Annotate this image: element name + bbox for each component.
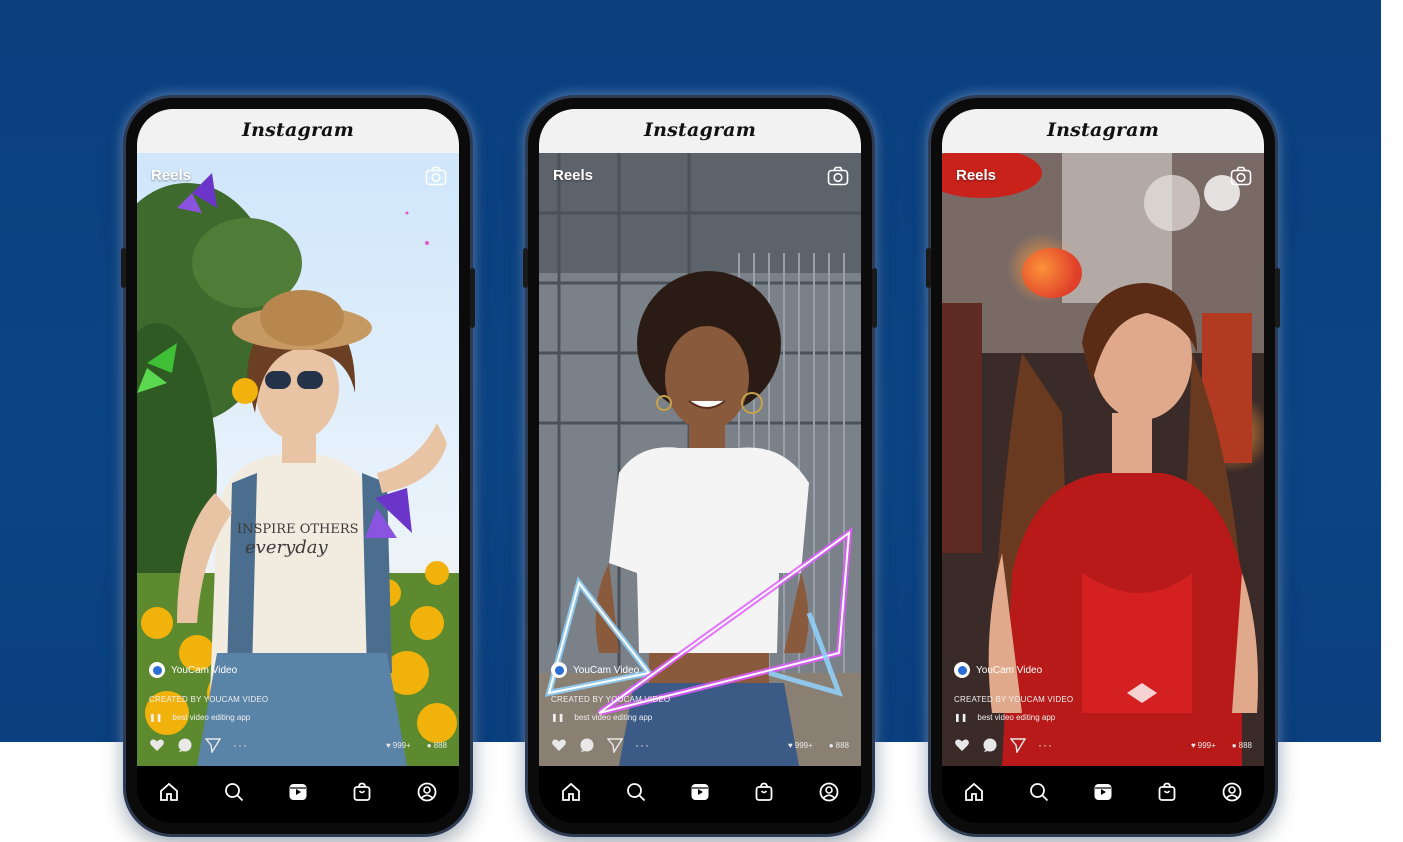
creator-row[interactable]: YouCam Video xyxy=(551,662,639,678)
shop-icon[interactable] xyxy=(753,781,775,803)
phone-screen: Instagram xyxy=(539,109,861,823)
reels-icon[interactable] xyxy=(689,781,711,803)
power-button xyxy=(1275,268,1280,328)
heart-icon[interactable] xyxy=(551,737,567,753)
profile-icon[interactable] xyxy=(818,781,840,803)
creator-avatar xyxy=(149,662,165,678)
reels-icon[interactable] xyxy=(287,781,309,803)
camera-icon[interactable] xyxy=(827,166,849,186)
action-bar: ··· ♥ 999+ ● 888 xyxy=(551,736,849,754)
creator-avatar xyxy=(551,662,567,678)
svg-text:INSPIRE OTHERS: INSPIRE OTHERS xyxy=(237,522,359,537)
bottom-navigation xyxy=(942,766,1264,823)
comment-icon[interactable] xyxy=(579,737,595,753)
phone-screen: Instagram xyxy=(942,109,1264,823)
pause-icon[interactable]: ❚❚ xyxy=(551,713,564,722)
comments-count[interactable]: ● 888 xyxy=(829,741,849,750)
caption-text: best video editing app xyxy=(172,713,251,722)
credit-text: CREATED BY YOUCAM VIDEO xyxy=(149,695,269,704)
instagram-logo: Instagram xyxy=(242,119,354,141)
volume-button xyxy=(926,248,931,288)
share-icon[interactable] xyxy=(205,737,221,753)
bottom-navigation xyxy=(137,766,459,823)
phone-mockup-1: Instagram INSPIRE OTHERS everyday Reels … xyxy=(121,98,475,834)
search-icon[interactable] xyxy=(223,781,245,803)
home-icon[interactable] xyxy=(963,781,985,803)
caption-text: best video editing app xyxy=(977,713,1056,722)
caption-text: best video editing app xyxy=(574,713,653,722)
camera-icon[interactable] xyxy=(1230,166,1252,186)
creator-avatar xyxy=(954,662,970,678)
reels-label: Reels xyxy=(151,167,192,184)
svg-text:everyday: everyday xyxy=(245,537,329,558)
phone-screen: Instagram xyxy=(137,109,459,823)
instagram-logo: Instagram xyxy=(1047,119,1159,141)
reels-label: Reels xyxy=(553,167,594,184)
pause-icon[interactable]: ❚❚ xyxy=(149,713,162,722)
comment-icon[interactable] xyxy=(177,737,193,753)
power-button xyxy=(872,268,877,328)
reels-icon[interactable] xyxy=(1092,781,1114,803)
more-options-icon[interactable]: ··· xyxy=(635,738,650,752)
caption-row: ❚❚ best video editing app xyxy=(149,713,250,722)
instagram-logo: Instagram xyxy=(644,119,756,141)
credit-text: CREATED BY YOUCAM VIDEO xyxy=(954,695,1074,704)
search-icon[interactable] xyxy=(625,781,647,803)
caption-row: ❚❚ best video editing app xyxy=(551,713,652,722)
likes-count[interactable]: ♥ 999+ xyxy=(788,741,813,750)
more-options-icon[interactable]: ··· xyxy=(233,738,248,752)
reel-video[interactable]: Reels YouCam Video CREATED BY YOUCAM VID… xyxy=(942,153,1264,766)
heart-icon[interactable] xyxy=(954,737,970,753)
creator-name: YouCam Video xyxy=(573,664,640,676)
home-icon[interactable] xyxy=(560,781,582,803)
creator-row[interactable]: YouCam Video xyxy=(149,662,237,678)
pause-icon[interactable]: ❚❚ xyxy=(954,713,967,722)
action-bar: ··· ♥ 999+ ● 888 xyxy=(954,736,1252,754)
comment-icon[interactable] xyxy=(982,737,998,753)
bottom-navigation xyxy=(539,766,861,823)
comments-count[interactable]: ● 888 xyxy=(1232,741,1252,750)
caption-row: ❚❚ best video editing app xyxy=(954,713,1055,722)
creator-name: YouCam Video xyxy=(171,664,238,676)
instagram-header: Instagram xyxy=(942,109,1264,153)
action-bar: ··· ♥ 999+ ● 888 xyxy=(149,736,447,754)
search-icon[interactable] xyxy=(1028,781,1050,803)
reel-video[interactable]: INSPIRE OTHERS everyday Reels YouCam Vid… xyxy=(137,153,459,766)
share-icon[interactable] xyxy=(607,737,623,753)
likes-count[interactable]: ♥ 999+ xyxy=(1191,741,1216,750)
credit-text: CREATED BY YOUCAM VIDEO xyxy=(551,695,671,704)
shop-icon[interactable] xyxy=(1156,781,1178,803)
more-options-icon[interactable]: ··· xyxy=(1038,738,1053,752)
reels-label: Reels xyxy=(956,167,997,184)
heart-icon[interactable] xyxy=(149,737,165,753)
instagram-header: Instagram xyxy=(539,109,861,153)
power-button xyxy=(470,268,475,328)
creator-name: YouCam Video xyxy=(976,664,1043,676)
likes-count[interactable]: ♥ 999+ xyxy=(386,741,411,750)
profile-icon[interactable] xyxy=(416,781,438,803)
creator-row[interactable]: YouCam Video xyxy=(954,662,1042,678)
home-icon[interactable] xyxy=(158,781,180,803)
comments-count[interactable]: ● 888 xyxy=(427,741,447,750)
reel-video[interactable]: Reels YouCam Video CREATED BY YOUCAM VID… xyxy=(539,153,861,766)
instagram-header: Instagram xyxy=(137,109,459,153)
share-icon[interactable] xyxy=(1010,737,1026,753)
phone-mockup-3: Instagram Reels YouCam Video CREATED BY … xyxy=(926,98,1280,834)
volume-button xyxy=(121,248,126,288)
profile-icon[interactable] xyxy=(1221,781,1243,803)
shop-icon[interactable] xyxy=(351,781,373,803)
volume-button xyxy=(523,248,528,288)
camera-icon[interactable] xyxy=(425,166,447,186)
phone-mockup-2: Instagram Reels YouCam Video CREATED BY … xyxy=(523,98,877,834)
